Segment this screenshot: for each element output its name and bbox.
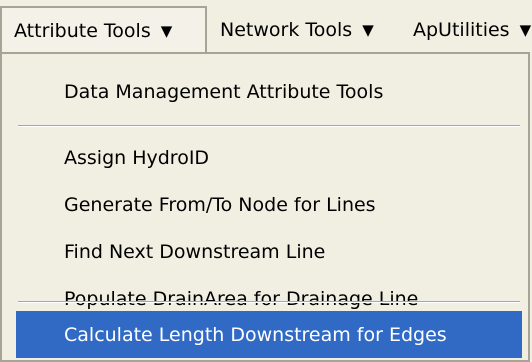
menu-separator xyxy=(18,301,520,303)
dropdown-arrow-icon: ▼ xyxy=(362,20,374,39)
menu-item-assign-hydroid[interactable]: Assign HydroID xyxy=(16,134,522,181)
menu-attribute-tools[interactable]: Attribute Tools ▼ xyxy=(0,6,207,53)
menu-attribute-tools-label: Attribute Tools xyxy=(14,19,151,42)
menu-item-label: Data Management Attribute Tools xyxy=(64,80,384,103)
menu-separator xyxy=(18,125,520,127)
menu-aputilities[interactable]: ApUtilities ▼ xyxy=(413,6,531,53)
menu-item-label: Calculate Length Downstream for Edges xyxy=(64,323,447,346)
menu-network-tools-label: Network Tools xyxy=(220,18,353,41)
menu-item-label: Find Next Downstream Line xyxy=(64,240,326,263)
menu-item-calculate-length-downstream[interactable]: Calculate Length Downstream for Edges xyxy=(16,311,522,358)
menu-network-tools[interactable]: Network Tools ▼ xyxy=(220,6,374,53)
menu-item-find-next-downstream-line[interactable]: Find Next Downstream Line xyxy=(16,228,522,275)
attribute-tools-dropdown: Data Management Attribute Tools Assign H… xyxy=(0,52,530,362)
menu-aputilities-label: ApUtilities xyxy=(413,18,510,41)
menu-item-label: Assign HydroID xyxy=(64,146,210,169)
menu-item-generate-from-to-node[interactable]: Generate From/To Node for Lines xyxy=(16,181,522,228)
dropdown-arrow-icon: ▼ xyxy=(519,20,532,39)
dropdown-arrow-icon: ▼ xyxy=(160,21,173,40)
menu-item-data-management-attribute-tools[interactable]: Data Management Attribute Tools xyxy=(16,68,522,115)
menu-item-label: Generate From/To Node for Lines xyxy=(64,193,376,216)
menu-item-label: Populate DrainArea for Drainage Line xyxy=(64,287,419,310)
menu-bar: Attribute Tools ▼ Network Tools ▼ ApUtil… xyxy=(0,0,532,54)
